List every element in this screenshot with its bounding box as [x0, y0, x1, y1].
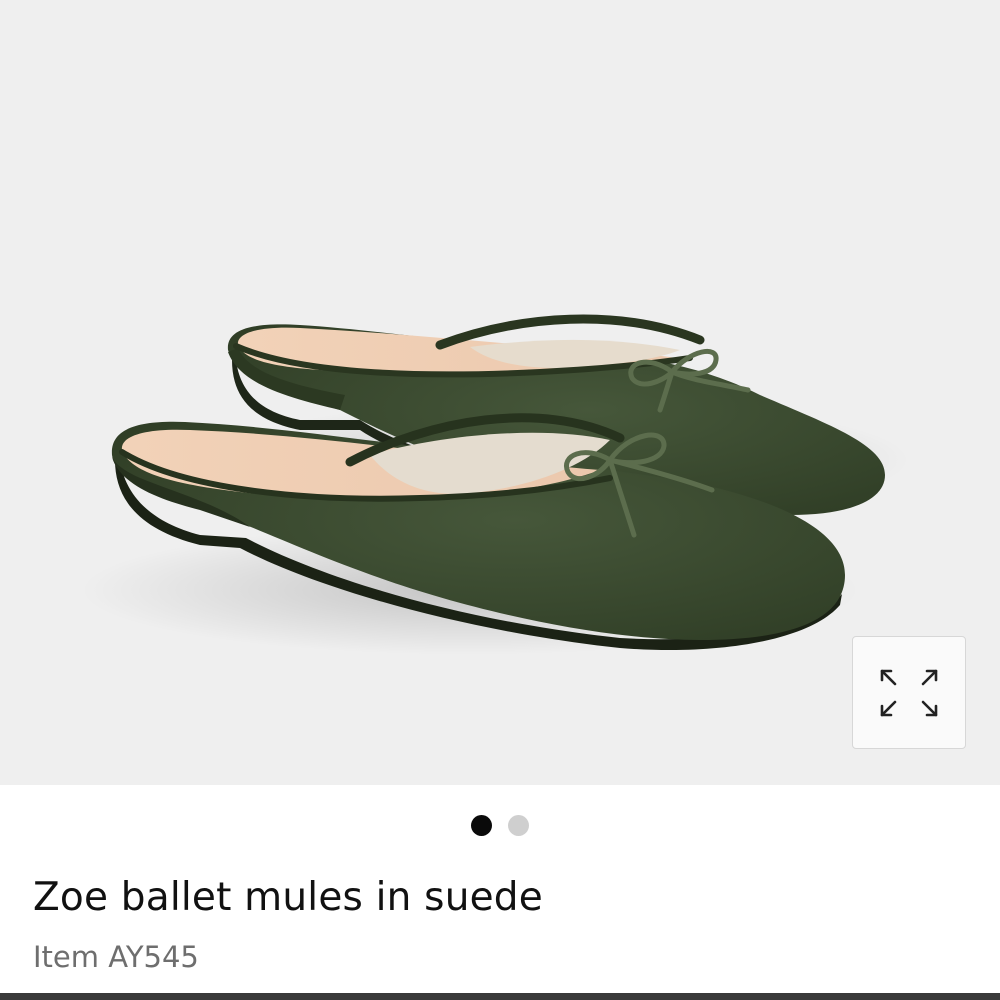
item-number: Item AY545 [33, 940, 199, 974]
carousel-pagination [0, 815, 1000, 837]
product-image-gallery[interactable] [0, 0, 1000, 785]
product-title: Zoe ballet mules in suede [33, 875, 543, 920]
expand-image-button[interactable] [852, 636, 966, 749]
expand-arrows-icon [880, 669, 938, 716]
carousel-dot-1[interactable] [471, 815, 492, 836]
product-image[interactable] [0, 0, 1000, 785]
bottom-bar [0, 993, 1000, 1000]
carousel-dot-2[interactable] [508, 815, 529, 836]
product-page: Zoe ballet mules in suede Item AY545 [0, 0, 1000, 1000]
